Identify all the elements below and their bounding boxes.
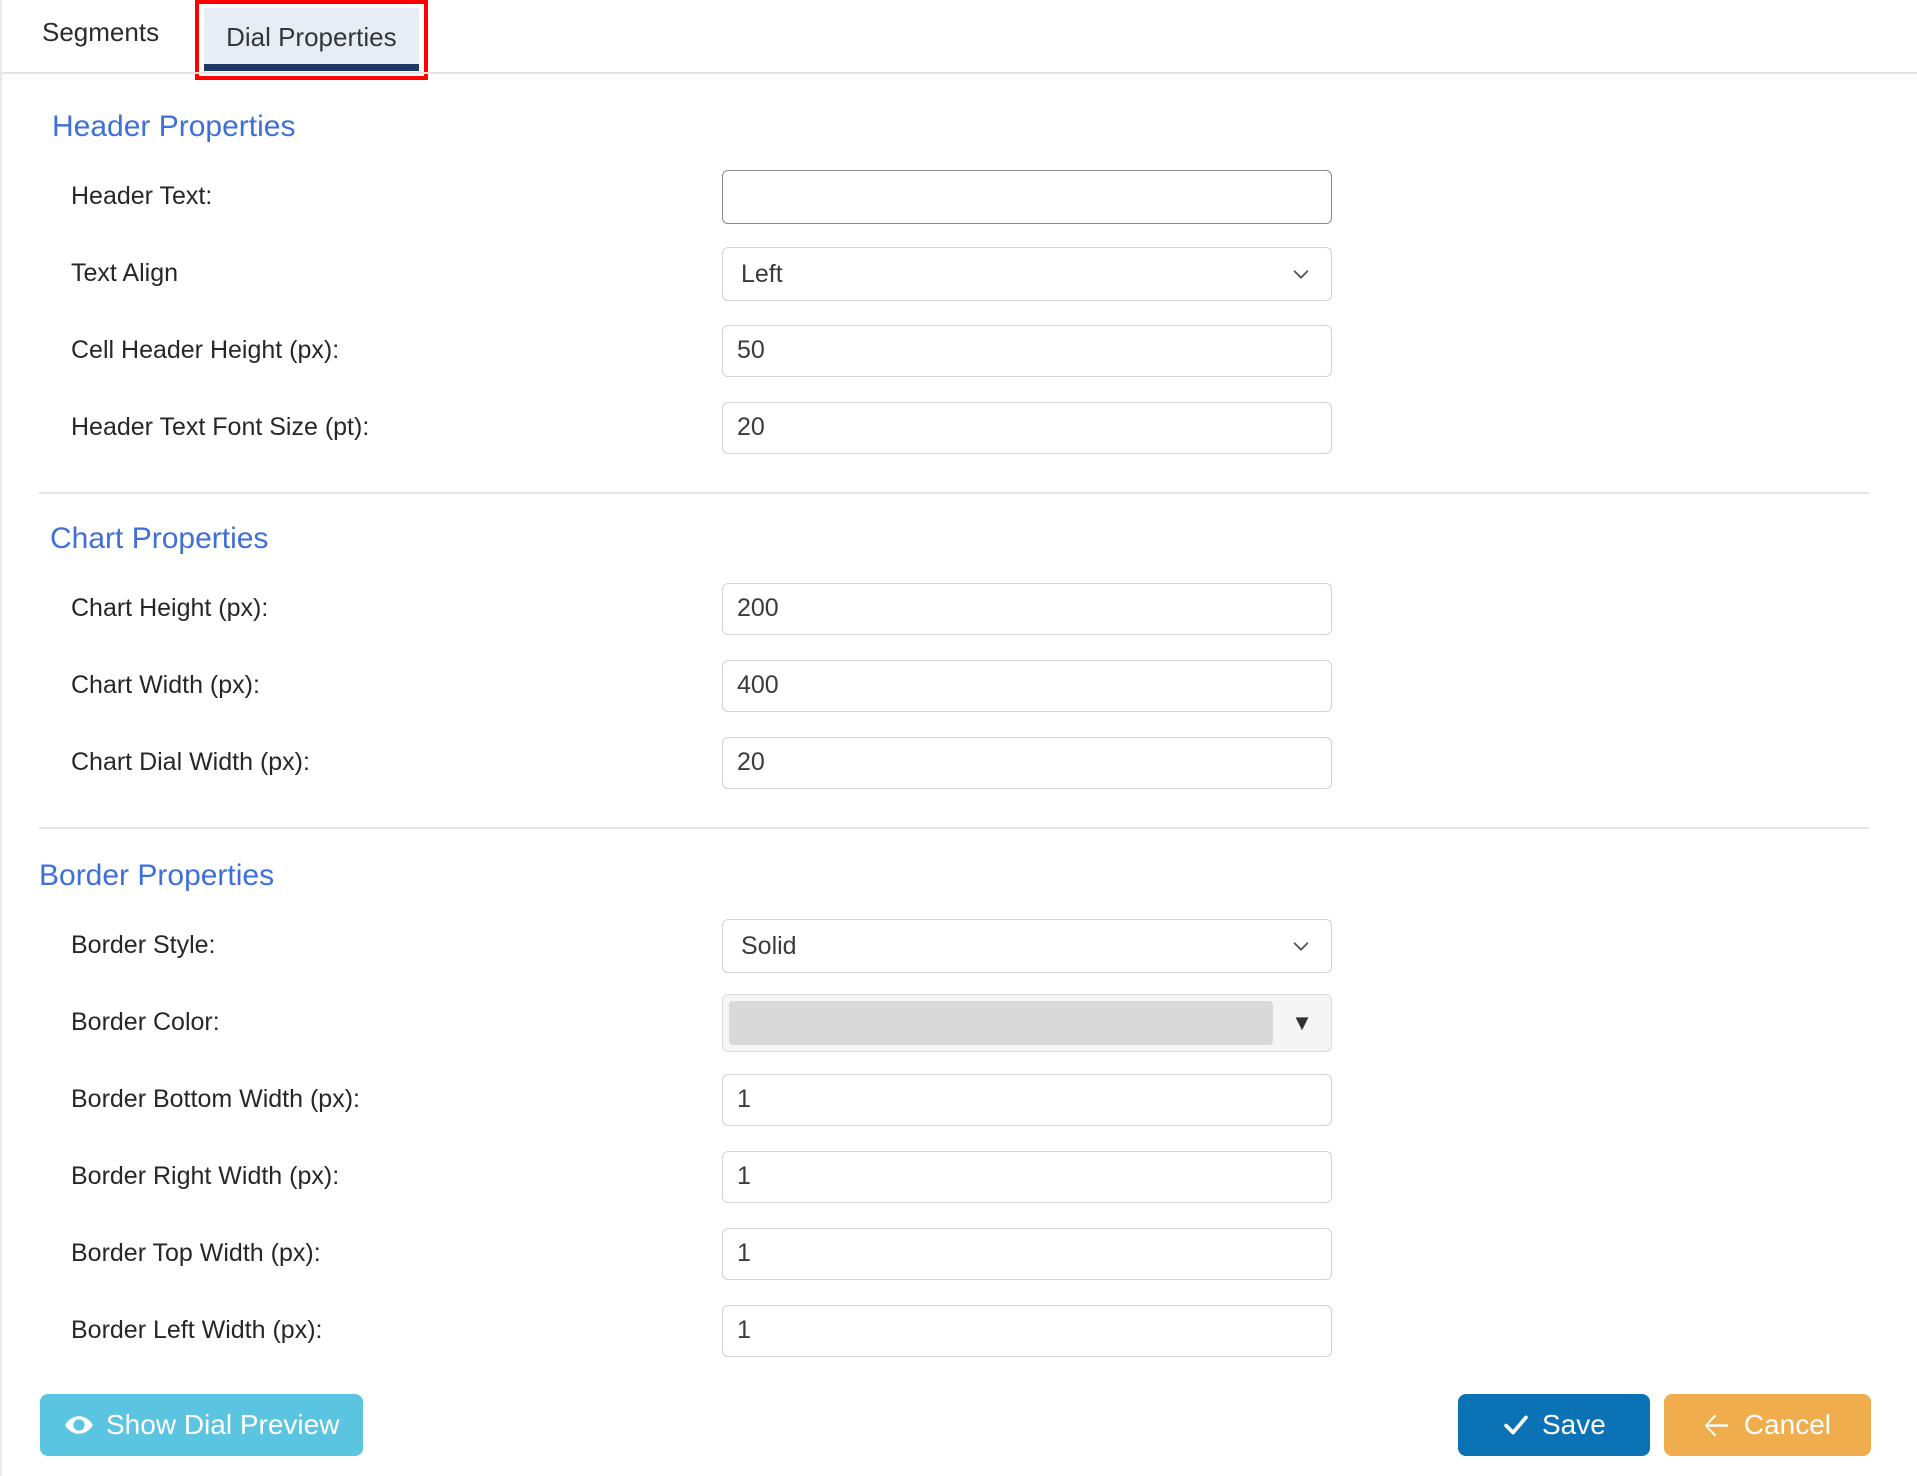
caret-down-icon[interactable]: ▼	[1279, 1011, 1325, 1034]
tab-segments-label: Segments	[42, 17, 160, 47]
control-chart-height	[722, 582, 1332, 635]
section-title-border-properties: Border Properties	[39, 859, 275, 892]
control-text-align: Left	[722, 246, 1332, 301]
field-row-chart-dial-width: Chart Dial Width (px):	[2, 724, 1917, 801]
field-row-border-bottom-width: Border Bottom Width (px):	[2, 1061, 1917, 1138]
border-color-picker[interactable]: ▼	[722, 993, 1332, 1052]
header-properties-rows: Header Text: Text Align Left Cell Header…	[2, 144, 1917, 466]
border-right-width-input[interactable]	[722, 1150, 1332, 1203]
field-row-border-style: Border Style: Solid	[2, 907, 1917, 984]
field-row-text-align: Text Align Left	[2, 235, 1917, 312]
tab-segments[interactable]: Segments	[24, 6, 177, 59]
save-label: Save	[1542, 1409, 1606, 1440]
field-row-border-left-width: Border Left Width (px):	[2, 1292, 1917, 1369]
field-row-border-right-width: Border Right Width (px):	[2, 1138, 1917, 1215]
control-chart-dial-width	[722, 736, 1332, 789]
border-color-swatch	[729, 1000, 1273, 1045]
field-row-border-top-width: Border Top Width (px):	[2, 1215, 1917, 1292]
label-border-color: Border Color:	[71, 1008, 220, 1036]
tab-dial-properties-highlight: Dial Properties	[195, 0, 428, 80]
control-border-style: Solid	[722, 918, 1332, 973]
field-row-border-color: Border Color: ▼	[2, 984, 1917, 1061]
cancel-button[interactable]: Cancel	[1663, 1394, 1871, 1456]
footer-action-bar: Show Dial Preview Save Cancel	[2, 1392, 1917, 1458]
section-chart-properties: Chart Properties Chart Height (px): Char…	[2, 494, 1917, 829]
section-border-properties: Border Properties Border Style: Solid Bo…	[2, 829, 1917, 1369]
header-font-size-input[interactable]	[722, 401, 1332, 454]
cancel-label: Cancel	[1743, 1409, 1831, 1440]
control-header-font-size	[722, 401, 1332, 454]
control-header-text	[722, 169, 1332, 224]
save-button[interactable]: Save	[1458, 1394, 1650, 1456]
tab-dial-properties-label: Dial Properties	[226, 22, 397, 52]
eye-icon	[64, 1410, 94, 1440]
control-border-top-width	[722, 1227, 1332, 1280]
border-top-width-input[interactable]	[722, 1227, 1332, 1280]
header-text-input[interactable]	[722, 169, 1332, 224]
section-header-properties: Header Properties Header Text: Text Alig…	[2, 74, 1917, 494]
control-chart-width	[722, 659, 1332, 712]
control-border-right-width	[722, 1150, 1332, 1203]
border-properties-rows: Border Style: Solid Border Color: ▼ Bord…	[2, 893, 1917, 1369]
border-bottom-width-input[interactable]	[722, 1073, 1332, 1126]
chart-dial-width-input[interactable]	[722, 736, 1332, 789]
section-title-header-properties: Header Properties	[52, 110, 296, 143]
control-border-color: ▼	[722, 993, 1332, 1052]
field-row-chart-height: Chart Height (px):	[2, 570, 1917, 647]
border-style-select[interactable]: Solid	[722, 918, 1332, 973]
label-chart-height: Chart Height (px):	[71, 594, 269, 622]
tab-bar: Segments Dial Properties	[2, 0, 1917, 80]
label-border-style: Border Style:	[71, 931, 216, 959]
control-border-left-width	[722, 1304, 1332, 1357]
label-header-text: Header Text:	[71, 182, 213, 210]
field-row-chart-width: Chart Width (px):	[2, 647, 1917, 724]
field-row-cell-header-height: Cell Header Height (px):	[2, 312, 1917, 389]
tab-active-underline	[204, 64, 419, 71]
check-icon	[1502, 1411, 1530, 1439]
field-row-header-text: Header Text:	[2, 158, 1917, 235]
label-header-font-size: Header Text Font Size (pt):	[71, 413, 370, 441]
section-title-chart-properties: Chart Properties	[50, 522, 269, 555]
label-chart-width: Chart Width (px):	[71, 671, 260, 699]
tab-bar-divider	[2, 72, 1917, 74]
primary-actions: Save Cancel	[1458, 1394, 1871, 1456]
show-dial-preview-button[interactable]: Show Dial Preview	[40, 1394, 364, 1456]
chart-width-input[interactable]	[722, 659, 1332, 712]
border-left-width-input[interactable]	[722, 1304, 1332, 1357]
label-border-bottom-width: Border Bottom Width (px):	[71, 1085, 360, 1113]
label-border-top-width: Border Top Width (px):	[71, 1239, 321, 1267]
chart-height-input[interactable]	[722, 582, 1332, 635]
text-align-select[interactable]: Left	[722, 246, 1332, 301]
label-border-left-width: Border Left Width (px):	[71, 1316, 323, 1344]
field-row-header-font-size: Header Text Font Size (pt):	[2, 389, 1917, 466]
arrow-left-icon	[1704, 1411, 1732, 1439]
cell-header-height-input[interactable]	[722, 324, 1332, 377]
control-cell-header-height	[722, 324, 1332, 377]
control-border-bottom-width	[722, 1073, 1332, 1126]
label-chart-dial-width: Chart Dial Width (px):	[71, 748, 310, 776]
label-text-align: Text Align	[71, 259, 179, 287]
chart-properties-rows: Chart Height (px): Chart Width (px): Cha…	[2, 556, 1917, 801]
show-dial-preview-label: Show Dial Preview	[106, 1409, 340, 1440]
dial-properties-panel: Segments Dial Properties Header Properti…	[0, 0, 1917, 1476]
label-border-right-width: Border Right Width (px):	[71, 1162, 340, 1190]
tab-dial-properties[interactable]: Dial Properties	[204, 8, 419, 64]
label-cell-header-height: Cell Header Height (px):	[71, 336, 340, 364]
